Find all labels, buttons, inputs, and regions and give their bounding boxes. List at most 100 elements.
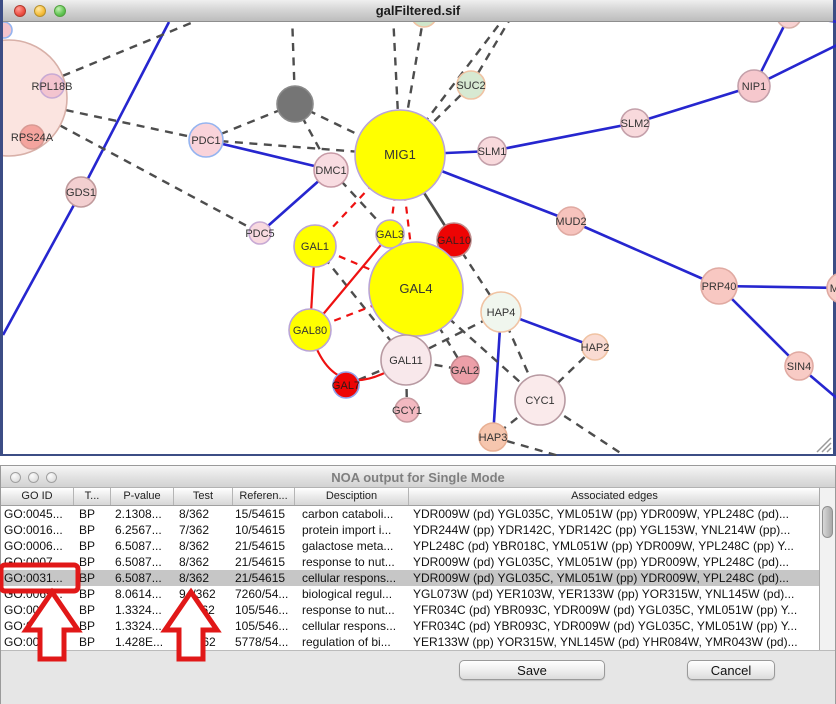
edge-SLM1-SLM2 [492,123,635,151]
table-cell: BP [74,538,111,554]
network-view-window: RPL18BRPS24AGDS1PDC1PDC5DMC1MIG1SUC2SLM1… [0,0,836,456]
table-row[interactable]: GO:0031...BP1.3324...11/362105/546...cel… [1,618,835,634]
node-label-MUD2: MUD2 [555,216,586,228]
table-cell: 6.2567... [111,522,174,538]
table-cell: regulation of bi... [295,634,409,650]
table-cell: 8.0614... [111,586,174,602]
column-header-6[interactable]: Desciption [295,488,409,505]
node-label-PDC1: PDC1 [191,135,220,147]
table-cell: response to nut... [295,554,409,570]
column-header-5[interactable]: Referen... [233,488,295,505]
table-cell: GO:0031... [1,602,74,618]
scrollbar-thumb[interactable] [822,506,833,538]
resize-grip-icon[interactable] [813,434,833,454]
table-cell: 7/362 [174,522,233,538]
table-cell: 6.5087... [111,538,174,554]
column-header-2[interactable]: T... [74,488,111,505]
node-label-RPS24A: RPS24A [11,132,54,144]
table-row[interactable]: GO:0016...BP6.2567...7/36210/54615protei… [1,522,835,538]
node-label-HAP4: HAP4 [487,307,516,319]
table-scrollbar[interactable] [819,488,835,650]
table-cell: 15/54615 [233,506,295,522]
table-cell: YDR009W (pd) YGL035C, YML051W (pp) YDR00… [409,570,821,586]
table-cell: GO:0045... [1,506,74,522]
table-row[interactable]: GO:0031...BP6.5087...8/36221/54615cellul… [1,570,835,586]
table-cell: 7260/54... [233,586,295,602]
table-cell: 8/362 [174,554,233,570]
node-label-RPL18B: RPL18B [32,81,73,93]
table-cell: 105/546... [233,618,295,634]
table-cell: YGL073W (pd) YER103W, YER133W (pp) YOR31… [409,586,821,602]
node-label-SLM1: SLM1 [478,146,507,158]
table-row[interactable]: GO:0007...BP6.5087...8/36221/54615respon… [1,554,835,570]
node-label-SLM2: SLM2 [621,118,650,130]
table-cell: GO:0065... [1,586,74,602]
table-cell: BP [74,586,111,602]
column-header-1[interactable]: GO ID [1,488,74,505]
table-cell: BP [74,618,111,634]
table-cell: galactose meta... [295,538,409,554]
table-cell: YPL248C (pd) YBR018C, YML051W (pp) YDR00… [409,538,821,554]
node-label-GAL7: GAL7 [332,380,360,392]
node-label-GAL1: GAL1 [301,241,329,253]
table-row[interactable]: GO:0006...BP6.5087...8/36221/54615galact… [1,538,835,554]
edge-MUD2-PRP40 [571,221,719,286]
table-row[interactable]: GO:0065...BP8.0614...94/3627260/54...bio… [1,586,835,602]
node-clipA[interactable] [3,22,12,38]
column-header-4[interactable]: Test [174,488,233,505]
table-cell: BP [74,554,111,570]
node-label-GAL2: GAL2 [451,365,479,377]
table-cell: 2.1308... [111,506,174,522]
graph-window-titlebar[interactable]: galFiltered.sif [3,0,833,22]
edge-pt-GDS1 [81,22,169,192]
table-cell: BP [74,634,111,650]
table-cell: 21/54615 [233,570,295,586]
results-table: GO:0045...BP2.1308...8/36215/54615carbon… [1,506,835,651]
table-cell: YFR034C (pd) YBR093C, YDR009W (pd) YGL03… [409,602,821,618]
table-cell: cellular respons... [295,618,409,634]
node-grayNode[interactable] [277,86,313,122]
column-header-7[interactable]: Associated edges [409,488,821,505]
table-cell: 1.3324... [111,602,174,618]
table-header[interactable]: GO IDT...P-valueTestReferen...Desciption… [1,488,835,506]
node-label-PDC5: PDC5 [245,228,274,240]
table-cell: 8/362 [174,506,233,522]
node-label-SIN4: SIN4 [787,361,811,373]
table-cell: YDR244W (pp) YDR142C, YDR142C (pp) YGL15… [409,522,821,538]
table-cell: BP [74,506,111,522]
table-cell: 80/362 [174,634,233,650]
table-cell: BP [74,522,111,538]
table-cell: BP [74,602,111,618]
table-cell: BP [74,570,111,586]
node-label-MIG1: MIG1 [384,147,416,162]
table-cell: GO:0006... [1,538,74,554]
table-cell: GO:0050... [1,634,74,650]
table-cell: 6.5087... [111,554,174,570]
table-cell: 8/362 [174,570,233,586]
table-cell: protein import i... [295,522,409,538]
table-cell: 21/54615 [233,554,295,570]
table-cell: GO:0031... [1,618,74,634]
table-cell: 6.5087... [111,570,174,586]
noa-window-titlebar[interactable]: NOA output for Single Mode [1,466,835,488]
table-cell: 105/546... [233,602,295,618]
table-cell: cellular respons... [295,570,409,586]
table-cell: YDR009W (pd) YGL035C, YML051W (pp) YDR00… [409,554,821,570]
save-button[interactable]: Save [459,660,605,680]
column-header-3[interactable]: P-value [111,488,174,505]
table-row[interactable]: GO:0050...BP1.428E...80/3625778/54...reg… [1,634,835,650]
table-cell: 94/362 [174,586,233,602]
node-label-GAL10: GAL10 [437,235,471,247]
cancel-button[interactable]: Cancel [687,660,775,680]
table-cell: 21/54615 [233,538,295,554]
table-row[interactable]: GO:0045...BP2.1308...8/36215/54615carbon… [1,506,835,522]
table-cell: GO:0031... [1,570,74,586]
network-canvas-svg[interactable]: RPL18BRPS24AGDS1PDC1PDC5DMC1MIG1SUC2SLM1… [3,0,836,456]
table-cell: 8/362 [174,538,233,554]
table-cell: GO:0016... [1,522,74,538]
table-cell: YFR034C (pd) YBR093C, YDR009W (pd) YGL03… [409,618,821,634]
graph-window-title: galFiltered.sif [3,3,833,18]
table-row[interactable]: GO:0031...BP1.3324...11/362105/546...res… [1,602,835,618]
table-cell: 5778/54... [233,634,295,650]
noa-output-window: NOA output for Single Mode GO IDT...P-va… [0,465,836,704]
